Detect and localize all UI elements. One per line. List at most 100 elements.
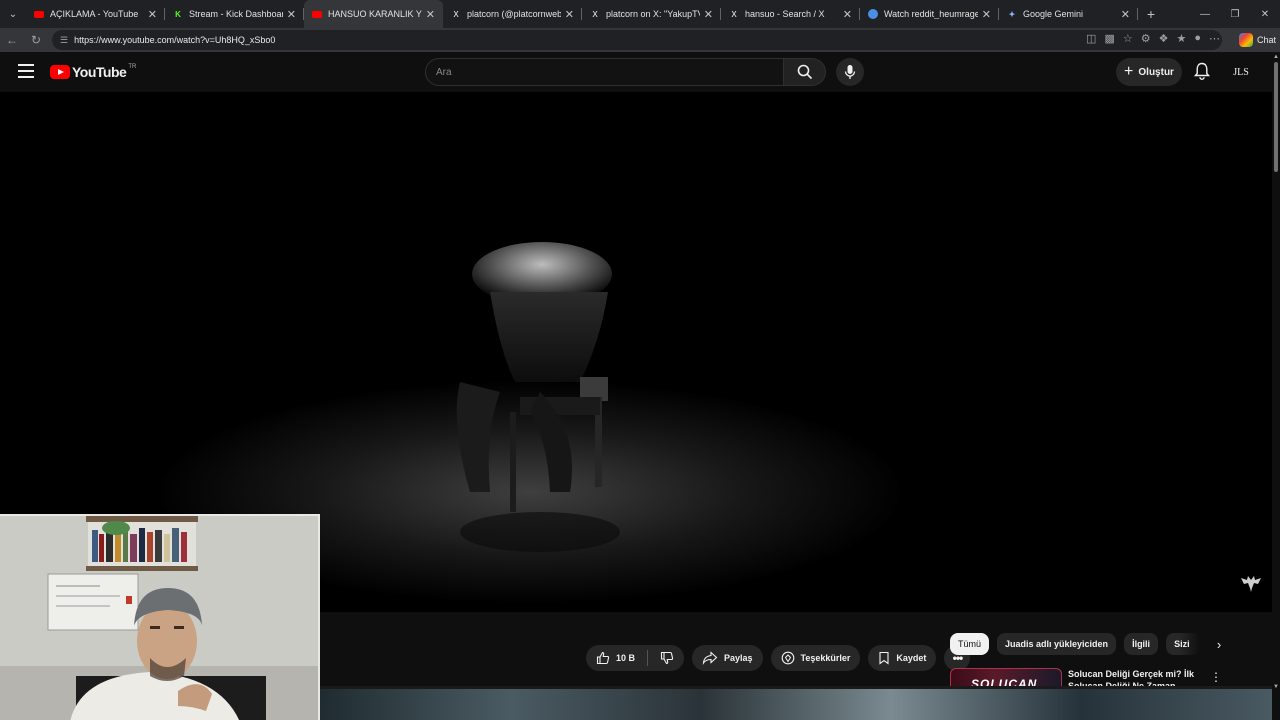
tab-title: Google Gemini: [1023, 9, 1084, 19]
browser-tab[interactable]: AÇIKLAMA - YouTube ✕: [26, 0, 165, 28]
chip-for-you[interactable]: Sizi: [1166, 633, 1201, 655]
browser-tab[interactable]: Xhansuo - Search / X ✕: [721, 0, 860, 28]
search-icon: [797, 64, 812, 80]
kick-icon: K: [175, 9, 181, 19]
create-button[interactable]: + Oluştur: [1116, 58, 1182, 86]
tab-close-icon[interactable]: ✕: [565, 8, 574, 21]
chat-button[interactable]: Chat: [1238, 33, 1276, 47]
tab-close-icon[interactable]: ✕: [843, 8, 852, 21]
chat-label: Chat: [1256, 35, 1276, 45]
share-button[interactable]: Paylaş: [692, 645, 763, 671]
share-arrow-icon: [702, 651, 718, 665]
tab-title: platcorn on X: "YakupTV, Gr: [606, 9, 700, 19]
webcam-person-image: [0, 516, 318, 720]
tab-close-icon[interactable]: ✕: [148, 8, 157, 21]
chip-all[interactable]: Tümü: [950, 633, 990, 655]
tab-close-icon[interactable]: ✕: [704, 8, 713, 21]
tab-title: Watch reddit_heumragelfsan: [884, 9, 978, 19]
save-button[interactable]: Kaydet: [868, 645, 937, 671]
account-avatar[interactable]: JLS: [1228, 60, 1254, 84]
notifications-button[interactable]: [1193, 62, 1211, 85]
plus-icon: +: [1124, 63, 1134, 80]
chips-next-chevron-icon[interactable]: ›: [1208, 637, 1230, 652]
bell-icon: [1193, 62, 1211, 80]
browser-tab[interactable]: ✦ Google Gemini ✕: [999, 0, 1138, 28]
tab-close-icon[interactable]: ✕: [287, 8, 296, 21]
tabs-container: AÇIKLAMA - YouTube ✕ K Stream - Kick Dashbo…: [26, 0, 1138, 28]
logo-wordmark: YouTube: [72, 64, 127, 80]
close-window-button[interactable]: ✕: [1250, 0, 1280, 28]
bookmark-star-icon[interactable]: ☆: [1123, 32, 1133, 45]
bat-cursor-icon: [1241, 576, 1261, 592]
youtube-logo[interactable]: YouTube TR: [50, 64, 136, 80]
webcam-overlay: [0, 514, 320, 720]
minimize-button[interactable]: —: [1190, 0, 1220, 28]
new-tab-button[interactable]: +: [1138, 6, 1164, 22]
tab-close-icon[interactable]: ✕: [982, 8, 991, 21]
install-app-icon[interactable]: ▩: [1104, 32, 1114, 45]
gemini-icon: ✦: [1008, 9, 1016, 19]
chip-related[interactable]: İlgili: [1124, 633, 1159, 655]
share-label: Paylaş: [724, 653, 753, 663]
x-icon: X: [453, 9, 459, 19]
tab-close-icon[interactable]: ✕: [426, 8, 435, 21]
youtube-icon: [34, 10, 44, 18]
restore-button[interactable]: ❐: [1220, 0, 1250, 28]
site-info-icon[interactable]: ☰: [60, 35, 68, 46]
scroll-up-arrow-icon[interactable]: ▲: [1272, 54, 1280, 60]
back-button[interactable]: ←: [0, 33, 24, 47]
browser-tab[interactable]: K Stream - Kick Dashboard ✕: [165, 0, 304, 28]
window-controls: — ❐ ✕: [1190, 0, 1280, 28]
video-frame-figure-on-chair: [456, 242, 620, 552]
super-thanks-icon: [781, 651, 794, 665]
thanks-label: Teşekkürler: [800, 653, 851, 663]
browser-menu-icon[interactable]: ⋯: [1209, 32, 1220, 45]
dislike-button[interactable]: [660, 651, 674, 665]
extension-puzzle-icon[interactable]: ❖: [1159, 32, 1169, 45]
browser-tab[interactable]: Watch reddit_heumragelfsan ✕: [860, 0, 999, 28]
search-button[interactable]: [784, 58, 826, 86]
youtube-play-icon: [50, 65, 70, 79]
recommended-more-vertical-icon[interactable]: ⋮: [1210, 670, 1222, 684]
address-bar: ← ↻ ☰ https://www.youtube.com/watch?v=Uh…: [0, 28, 1280, 52]
browser-tab[interactable]: Xplatcorn on X: "YakupTV, Gr ✕: [582, 0, 721, 28]
address-bar-icons: ◫ ▩ ☆ ⚙ ❖ ★ ● ⋯: [1086, 32, 1220, 45]
scroll-down-arrow-icon[interactable]: ▼: [1272, 684, 1280, 690]
microphone-icon: [844, 65, 856, 79]
like-divider: [647, 650, 649, 666]
reload-button[interactable]: ↻: [24, 33, 48, 47]
thanks-button[interactable]: Teşekkürler: [770, 645, 861, 671]
url-field[interactable]: ☰ https://www.youtube.com/watch?v=Uh8HQ_…: [52, 30, 1222, 50]
tab-title: AÇIKLAMA - YouTube: [50, 9, 139, 19]
translate-icon[interactable]: ◫: [1086, 32, 1096, 45]
profile-avatar-icon[interactable]: ●: [1194, 32, 1201, 45]
like-button[interactable]: 10 B: [596, 651, 635, 665]
browser-tab-bar: ⌄ AÇIKLAMA - YouTube ✕ K Stream - Kick Dash…: [0, 0, 1280, 28]
video-action-bar: 10 B Paylaş Teşekkürler Kaydet •••: [586, 645, 971, 671]
tab-title: HANSUO KARANLIK YÜZÜ: [328, 9, 422, 19]
create-label: Oluştur: [1138, 66, 1174, 78]
menu-icon[interactable]: [18, 64, 34, 78]
tab-separator: [1137, 8, 1138, 20]
page-scrollbar[interactable]: ▲ ▼: [1272, 52, 1280, 692]
like-count: 10 B: [616, 653, 636, 663]
bookmarks-icon[interactable]: ★: [1176, 32, 1186, 45]
chip-from-uploader[interactable]: Juadis adlı yükleyiciden: [997, 633, 1117, 655]
tab-search-chevron-icon[interactable]: ⌄: [0, 0, 26, 28]
bookmark-icon: [879, 651, 889, 665]
save-label: Kaydet: [896, 653, 927, 663]
search-input[interactable]: [436, 66, 783, 78]
voice-search-button[interactable]: [836, 58, 864, 86]
tab-close-icon[interactable]: ✕: [1121, 8, 1130, 21]
tab-title: Stream - Kick Dashboard: [189, 9, 283, 19]
browser-tab[interactable]: HANSUO KARANLIK YÜZÜ ✕: [304, 0, 443, 28]
tab-title: hansuo - Search / X: [745, 9, 825, 19]
logo-country-code: TR: [128, 64, 137, 70]
thumbs-down-icon: [660, 651, 674, 665]
browser-tab[interactable]: Xplatcorn (@platcornweb) / X ✕: [443, 0, 582, 28]
tab-title: platcorn (@platcornweb) / X: [467, 9, 561, 19]
extensions-icon[interactable]: ⚙: [1141, 32, 1151, 45]
reddit-icon: [868, 9, 878, 19]
copilot-icon: [1238, 33, 1253, 47]
scrollbar-thumb[interactable]: [1274, 62, 1278, 172]
